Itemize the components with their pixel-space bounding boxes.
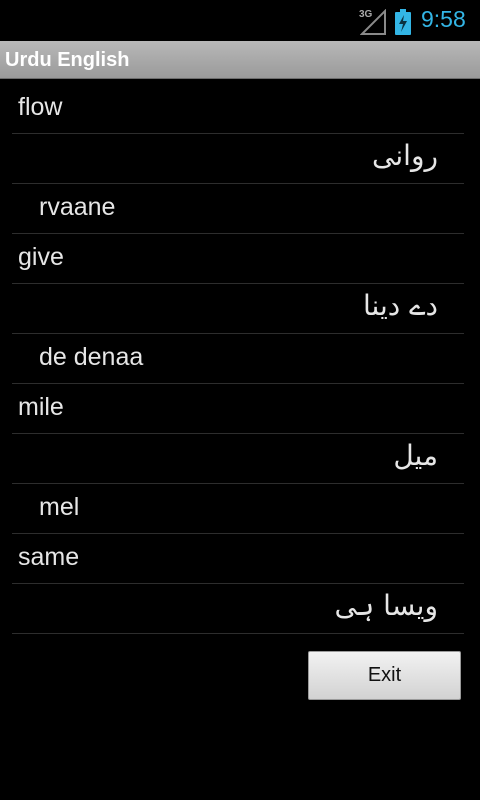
list-item[interactable]: flow [12, 84, 464, 134]
list-item[interactable]: میل [12, 434, 464, 484]
list-item[interactable]: same [12, 534, 464, 584]
list-item[interactable]: rvaane [12, 184, 464, 234]
english-word: give [18, 243, 64, 271]
exit-button[interactable]: Exit [308, 651, 461, 700]
dictionary-list[interactable]: flow روانی rvaane give دے دینا de denaa … [0, 84, 480, 634]
transliteration: rvaane [39, 193, 116, 221]
list-item[interactable]: de denaa [12, 334, 464, 384]
urdu-word: روانی [372, 139, 438, 172]
urdu-word: ویسا ہی [334, 589, 438, 622]
english-word: mile [18, 393, 64, 421]
list-item[interactable]: روانی [12, 134, 464, 184]
transliteration: de denaa [39, 343, 144, 371]
battery-charging-icon [395, 9, 411, 35]
transliteration: mel [39, 493, 80, 521]
list-item[interactable]: ویسا ہی [12, 584, 464, 634]
clock: 9:58 [421, 6, 466, 32]
signal-icon [360, 9, 386, 35]
english-word: flow [18, 93, 63, 121]
status-bar: 3G 9:58 [0, 0, 480, 41]
english-word: same [18, 543, 80, 571]
list-item[interactable]: mel [12, 484, 464, 534]
urdu-word: میل [393, 439, 438, 472]
list-item[interactable]: mile [12, 384, 464, 434]
urdu-word: دے دینا [362, 289, 438, 322]
app-title-bar: Urdu English [0, 41, 480, 79]
list-item[interactable]: give [12, 234, 464, 284]
list-item[interactable]: دے دینا [12, 284, 464, 334]
app-title: Urdu English [5, 49, 130, 71]
